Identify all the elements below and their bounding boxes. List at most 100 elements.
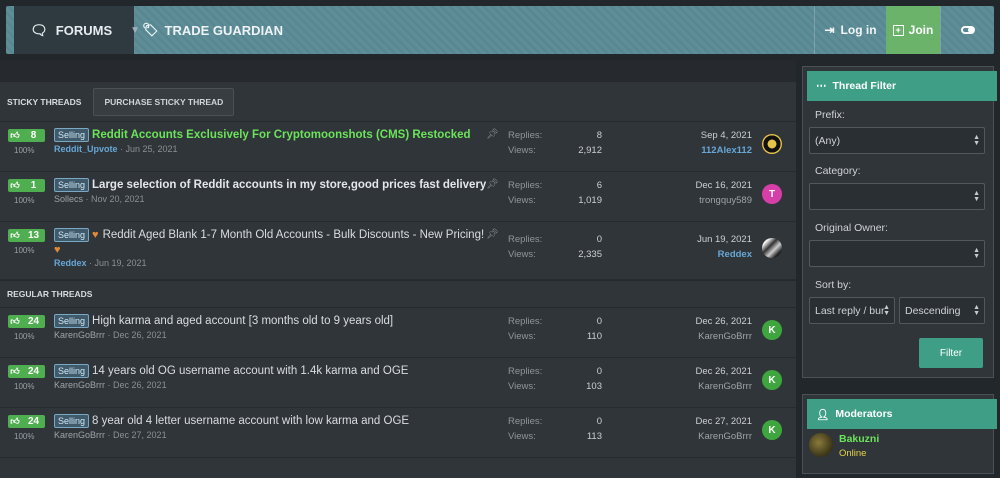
tag-icon: 🏷	[142, 22, 159, 37]
sort-field-select[interactable]: Last reply / bur ▲ ▼	[809, 297, 895, 324]
thread-start-date[interactable]: Dec 26, 2021	[113, 380, 167, 390]
vote-percent: 100%	[14, 382, 35, 391]
thread-author[interactable]: Reddit_Upvote	[54, 144, 118, 154]
pin-icon: 📌︎	[486, 129, 499, 140]
thread-start-date[interactable]: Dec 26, 2021	[113, 330, 167, 340]
sign-in-icon: ⇥	[824, 23, 835, 37]
avatar[interactable]	[762, 134, 782, 154]
thread-row[interactable]: 👍︎ 24 100% Selling 14 years old OG userna…	[0, 358, 796, 408]
last-post-date[interactable]: Sep 4, 2021	[701, 130, 752, 145]
nav-tab-forums-label: FORUMS	[55, 22, 113, 38]
thread-start-date[interactable]: Nov 20, 2021	[91, 194, 145, 204]
thread-author[interactable]: KarenGoBrrr	[54, 430, 105, 440]
vote-button[interactable]: 👍︎ 24	[8, 315, 45, 328]
last-post-date[interactable]: Dec 26, 2021	[695, 316, 752, 331]
replies-count: 0	[596, 234, 602, 245]
moderator-status: Online	[839, 448, 867, 459]
thread-title-link[interactable]: 8 year old 4 letter username account wit…	[92, 415, 409, 427]
join-label: Join	[908, 23, 934, 37]
last-post-user[interactable]: trongquy589	[695, 195, 752, 206]
sort-field-value: Last reply / bur	[815, 304, 885, 317]
thread-title-link[interactable]: 14 years old OG username account with 1.…	[92, 365, 408, 377]
sort-order-select[interactable]: Descending ▲ ▼	[899, 297, 985, 324]
select-arrows-icon: ▲ ▼	[973, 134, 980, 147]
prefix-badge[interactable]: Selling	[54, 178, 90, 192]
vote-button[interactable]: 👍︎ 1	[8, 179, 45, 192]
last-post-user[interactable]: KarenGoBrrr	[695, 431, 752, 442]
thread-title-link[interactable]: Reddit Accounts Exclusively For Cryptomo…	[92, 129, 471, 141]
nav-tab-forums[interactable]: 🗨 FORUMS ▼	[14, 6, 140, 54]
vote-count: 24	[27, 416, 40, 427]
nav-tab-trade-guardian-label: TRADE GUARDIAN	[164, 22, 283, 38]
last-post-user[interactable]: 112Alex112	[701, 145, 752, 156]
prefix-badge[interactable]: Selling	[54, 314, 90, 328]
meta-separator: ·	[86, 258, 95, 268]
prefix-badge[interactable]: Selling	[54, 228, 90, 242]
sticky-threads-header: STICKY THREADS PURCHASE STICKY THREAD	[0, 82, 796, 122]
thread-row[interactable]: 👍︎ 24 100% Selling 8 year old 4 letter us…	[0, 408, 796, 458]
last-post-user[interactable]: KarenGoBrrr	[695, 331, 752, 342]
last-post-date[interactable]: Dec 16, 2021	[695, 180, 752, 195]
thread-author[interactable]: KarenGoBrrr	[54, 380, 105, 390]
thread-start-date[interactable]: Jun 25, 2021	[126, 144, 178, 154]
thread-start-date[interactable]: Jun 19, 2021	[95, 258, 147, 268]
thread-title-link[interactable]: High karma and aged account [3 months ol…	[92, 315, 393, 327]
thread-start-date[interactable]: Dec 27, 2021	[113, 430, 167, 440]
purchase-sticky-thread-button[interactable]: PURCHASE STICKY THREAD	[93, 87, 235, 116]
sub-bar	[0, 60, 796, 82]
moderator-name[interactable]: Bakuzni	[839, 433, 879, 445]
thread-title-link[interactable]: Reddit Aged Blank 1-7 Month Old Accounts…	[103, 229, 485, 241]
views-count: 2,335	[578, 249, 602, 260]
prefix-select[interactable]: (Any) ▲ ▼	[809, 127, 985, 154]
heart-icon: ♥	[54, 244, 61, 256]
thread-author[interactable]: KarenGoBrrr	[54, 330, 105, 340]
views-count: 110	[586, 331, 602, 342]
login-button[interactable]: ⇥ Log in	[814, 6, 886, 54]
avatar[interactable]: K	[762, 320, 782, 340]
nav-tab-trade-guardian[interactable]: 🏷 TRADE GUARDIAN	[142, 6, 283, 54]
vote-button[interactable]: 👍︎ 24	[8, 415, 45, 428]
thread-row[interactable]: 👍︎ 24 100% Selling High karma and aged ac…	[0, 308, 796, 358]
views-count: 103	[586, 381, 602, 392]
avatar[interactable]	[762, 238, 782, 258]
prefix-badge[interactable]: Selling	[54, 414, 90, 428]
thread-title-link[interactable]: Large selection of Reddit accounts in my…	[92, 179, 486, 191]
thread-row[interactable]: 👍︎ 13 100% Selling ♥ Reddit Aged Blank 1-…	[0, 222, 796, 280]
meta-separator: ·	[105, 430, 114, 440]
sidebar: ⋯ Thread Filter Prefix: (Any) ▲ ▼ Categor…	[796, 60, 1000, 478]
original-owner-select[interactable]: ▲ ▼	[809, 240, 985, 267]
thread-author[interactable]: Reddex	[54, 258, 87, 268]
prefix-badge[interactable]: Selling	[54, 128, 90, 142]
last-post-user[interactable]: Reddex	[697, 249, 752, 260]
comments-icon: 🗨	[30, 21, 48, 38]
vote-button[interactable]: 👍︎ 8	[8, 129, 45, 142]
thread-row[interactable]: 👍︎ 1 100% Selling Large selection of Redd…	[0, 172, 796, 222]
views-count: 1,019	[578, 195, 602, 206]
replies-count: 8	[596, 130, 602, 141]
last-post-date[interactable]: Jun 19, 2021	[697, 234, 752, 249]
vote-button[interactable]: 👍︎ 24	[8, 365, 45, 378]
filter-button[interactable]: Filter	[919, 338, 983, 368]
last-post-date[interactable]: Dec 27, 2021	[695, 416, 752, 431]
sticky-threads-title: STICKY THREADS	[7, 96, 82, 107]
thread-author[interactable]: Sollecs	[54, 194, 83, 204]
vote-button[interactable]: 👍︎ 13	[8, 229, 45, 242]
vote-count: 24	[27, 366, 40, 377]
prefix-badge[interactable]: Selling	[54, 364, 90, 378]
ellipsis-icon: ⋯	[816, 80, 827, 92]
avatar[interactable]	[809, 433, 833, 457]
login-label: Log in	[840, 23, 877, 37]
moderators-header: 👤︎ Moderators	[807, 399, 997, 429]
avatar[interactable]: K	[762, 370, 782, 390]
last-post-user[interactable]: KarenGoBrrr	[695, 381, 752, 392]
category-select[interactable]: ▲ ▼	[809, 183, 985, 210]
last-post-date[interactable]: Dec 26, 2021	[695, 366, 752, 381]
join-button[interactable]: + Join	[886, 6, 940, 54]
avatar[interactable]: T	[762, 184, 782, 204]
chevron-down-icon[interactable]: ▼	[130, 25, 140, 36]
thread-row[interactable]: 👍︎ 8 100% Selling Reddit Accounts Exclusi…	[0, 122, 796, 172]
avatar[interactable]: K	[762, 420, 782, 440]
views-label: Views:	[508, 431, 536, 442]
meta-separator: ·	[83, 194, 92, 204]
style-toggle-button[interactable]	[940, 6, 994, 54]
